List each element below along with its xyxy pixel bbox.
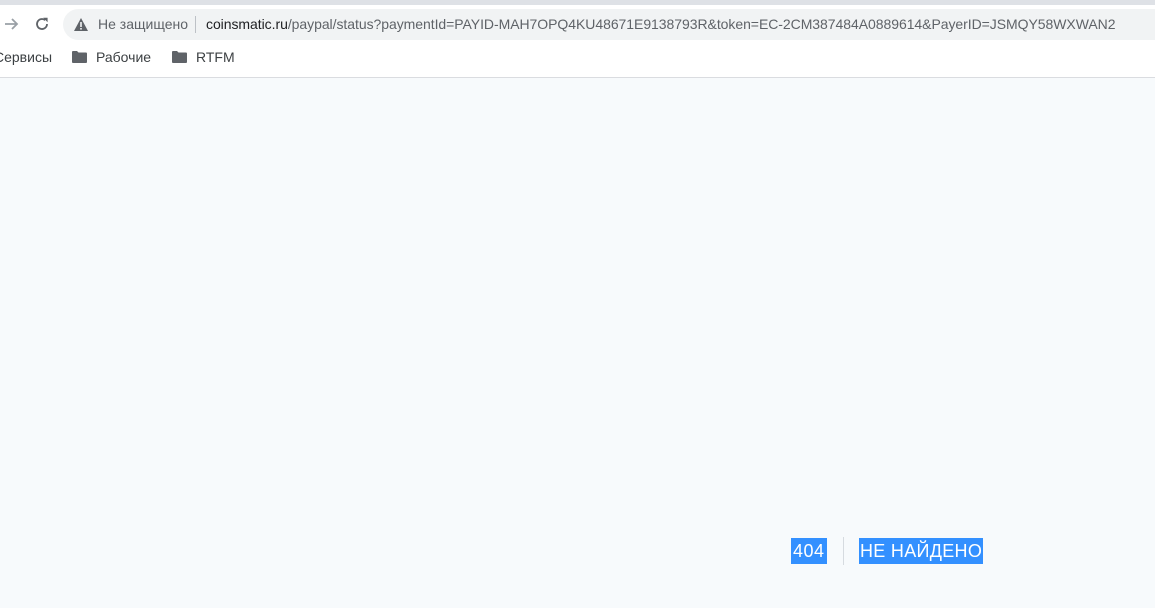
url-host: coinsmatic.ru [206,16,288,32]
reload-icon[interactable] [31,13,53,35]
bookmark-folder-rtfm[interactable]: RTFM [172,49,235,65]
error-message: НЕ НАЙДЕНО [859,538,984,564]
tab-strip [0,0,1155,5]
url-text[interactable]: coinsmatic.ru/paypal/status?paymentId=PA… [206,16,1115,32]
warning-triangle-icon[interactable] [73,17,89,32]
bookmark-label: Сервисы [0,49,53,65]
bookmark-folder-work[interactable]: Рабочие [72,49,151,65]
error-divider [843,537,844,565]
url-path: /paypal/status?paymentId=PAYID-MAH7OPQ4K… [287,16,1116,32]
error-code: 404 [791,538,827,564]
security-status-label[interactable]: Не защищено [98,16,188,32]
folder-icon [72,51,87,63]
forward-arrow-icon[interactable] [2,13,22,35]
bookmark-label: Рабочие [96,49,152,65]
bookmark-services[interactable]: Сервисы [0,49,52,65]
address-divider [195,16,196,33]
folder-icon [172,51,187,63]
browser-chrome: Не защищено coinsmatic.ru/paypal/status?… [0,0,1155,78]
bookmarks-bar: Сервисы Рабочие RTFM [0,45,1155,71]
address-bar[interactable]: Не защищено coinsmatic.ru/paypal/status?… [63,9,1155,40]
bookmark-label: RTFM [196,49,235,65]
